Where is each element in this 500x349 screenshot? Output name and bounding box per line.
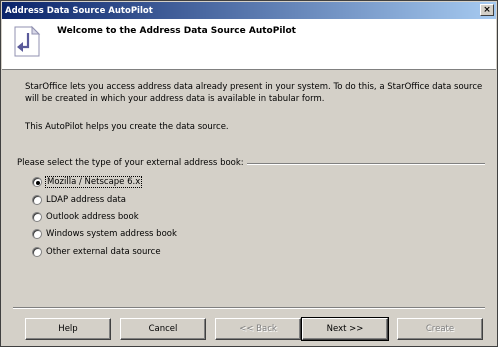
cancel-button[interactable]: Cancel (120, 318, 206, 340)
option-other[interactable]: Other external data source (32, 245, 161, 259)
next-button[interactable]: Next >> (301, 317, 389, 341)
autopilot-icon (14, 25, 41, 57)
option-ldap-label[interactable]: LDAP address data (46, 195, 126, 205)
title-bar[interactable]: Address Data Source AutoPilot × (2, 2, 496, 19)
option-mozilla-label[interactable]: Mozilla / Netscape 6.x (44, 176, 143, 188)
help-button[interactable]: Help (25, 318, 111, 340)
close-button[interactable]: × (480, 4, 494, 16)
radio-outlook[interactable] (32, 212, 42, 222)
option-windows[interactable]: Windows system address book (32, 227, 177, 241)
radio-mozilla[interactable] (32, 177, 42, 187)
back-button[interactable]: << Back (215, 318, 301, 340)
header-title: Welcome to the Address Data Source AutoP… (57, 26, 296, 36)
option-windows-label[interactable]: Windows system address book (46, 229, 177, 239)
header-panel: Welcome to the Address Data Source AutoP… (2, 19, 496, 70)
option-outlook-label[interactable]: Outlook address book (46, 212, 139, 222)
intro-text: StarOffice lets you access address data … (25, 82, 483, 104)
window-title: Address Data Source AutoPilot (5, 5, 153, 16)
create-button[interactable]: Create (397, 318, 483, 340)
option-mozilla[interactable]: Mozilla / Netscape 6.x (32, 175, 143, 189)
option-other-label[interactable]: Other external data source (46, 247, 161, 257)
option-outlook[interactable]: Outlook address book (32, 210, 139, 224)
autopilot-dialog: Address Data Source AutoPilot × Welcome … (0, 0, 498, 347)
radio-ldap[interactable] (32, 195, 42, 205)
option-ldap[interactable]: LDAP address data (32, 193, 126, 207)
radio-other[interactable] (32, 247, 42, 257)
close-icon: × (483, 4, 491, 15)
button-divider (13, 307, 485, 309)
address-type-group-label: Please select the type of your external … (17, 158, 247, 168)
radio-windows[interactable] (32, 229, 42, 239)
intro-help-text: This AutoPilot helps you create the data… (25, 122, 229, 132)
